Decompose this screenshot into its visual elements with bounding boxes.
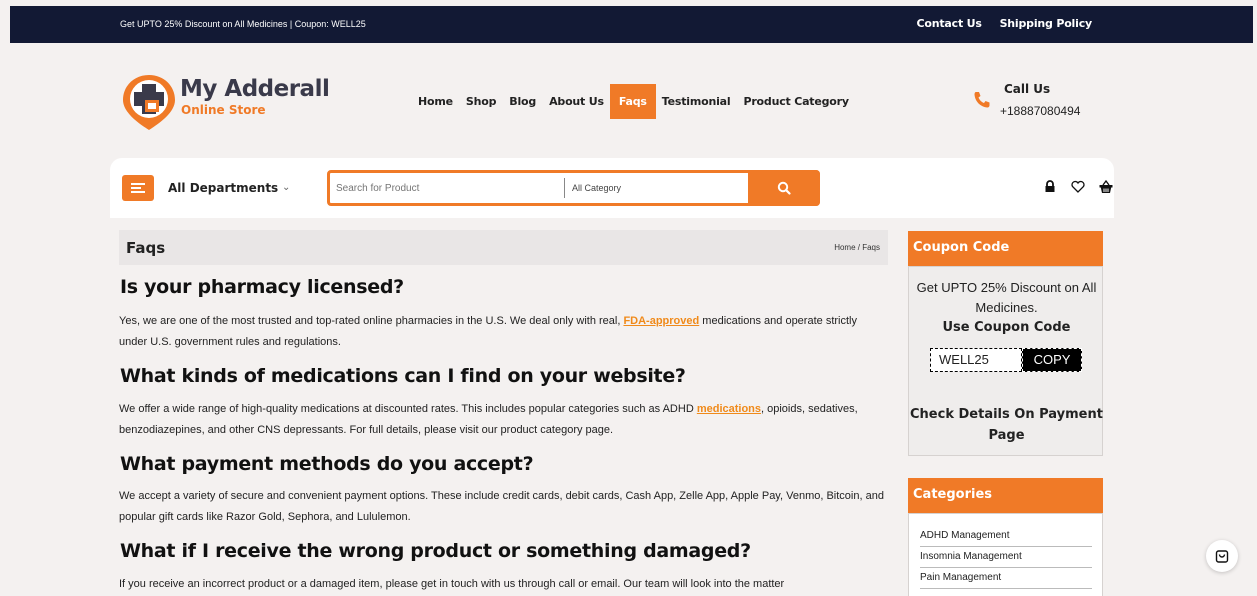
faq-question: What kinds of medications can I find on … [120, 365, 686, 387]
category-item-insomnia[interactable]: Insomnia Management [920, 547, 1092, 568]
coupon-details-note: Check Details On Payment Page [910, 407, 1103, 443]
brand-name: My Adderall [180, 76, 330, 102]
search-form: All Category [327, 170, 820, 206]
faq-answer: Yes, we are one of the most trusted and … [119, 315, 857, 348]
shopping-bag-icon [1215, 550, 1229, 563]
faq-answer: We offer a wide range of high-quality me… [119, 403, 858, 436]
heart-icon[interactable] [1070, 179, 1086, 195]
coupon-instruction: Use Coupon Code [942, 320, 1071, 335]
chevron-down-icon[interactable]: ⌄ [282, 182, 290, 193]
faq-answer: If you receive an incorrect product or a… [119, 578, 785, 590]
faq-question: Is your pharmacy licensed? [120, 276, 404, 298]
nav-product-category[interactable]: Product Category [743, 95, 849, 108]
fda-approved-link[interactable]: FDA-approved [623, 315, 699, 327]
categories-list: ADHD Management Insomnia Management Pain… [908, 513, 1103, 596]
departments-menu-button[interactable] [122, 175, 154, 201]
basket-icon[interactable] [1098, 179, 1114, 195]
main-nav: Home Shop Blog About Us Faqs Testimonial… [418, 83, 862, 119]
category-item-pain[interactable]: Pain Management [920, 568, 1092, 589]
coupon-box: Get UPTO 25% Discount on All Medicines. … [908, 266, 1103, 456]
nav-about-us[interactable]: About Us [549, 95, 604, 108]
faq-question: What payment methods do you accept? [120, 453, 534, 475]
call-us-title: Call Us [1004, 82, 1051, 96]
categories-heading: Categories [908, 478, 1103, 513]
page-title-bar: Faqs Home / Faqs [119, 230, 888, 265]
brand-subtitle: Online Store [181, 103, 266, 117]
contact-us-link[interactable]: Contact Us [916, 17, 981, 30]
promo-text: Get UPTO 25% Discount on All Medicines |… [120, 19, 366, 29]
page-title: Faqs [126, 239, 166, 257]
category-item-adhd[interactable]: ADHD Management [920, 526, 1092, 547]
copy-button[interactable]: COPY [1022, 348, 1082, 372]
header-icons [1030, 179, 1114, 195]
medications-link[interactable]: medications [697, 403, 761, 415]
coupon-code-field[interactable]: WELL25 [930, 348, 1022, 372]
breadcrumb[interactable]: Home / Faqs [834, 243, 880, 252]
nav-testimonial[interactable]: Testimonial [662, 95, 731, 108]
search-icon [777, 181, 791, 195]
faq-question: What if I receive the wrong product or s… [120, 540, 751, 562]
search-bar-row: All Departments ⌄ All Category [110, 158, 1114, 218]
shipping-policy-link[interactable]: Shipping Policy [1000, 17, 1093, 30]
lock-icon[interactable] [1042, 179, 1058, 195]
brand[interactable]: My Adderall Online Store [180, 75, 330, 117]
category-select[interactable]: All Category [564, 178, 621, 198]
coupon-code-group: WELL25 COPY [930, 348, 1082, 372]
pharmacy-pin-logo-icon[interactable] [119, 71, 179, 131]
nav-faqs[interactable]: Faqs [609, 83, 656, 119]
search-input[interactable] [336, 178, 556, 198]
nav-home[interactable]: Home [418, 95, 453, 108]
nav-shop[interactable]: Shop [466, 95, 497, 108]
floating-cart-button[interactable] [1206, 540, 1238, 572]
coupon-heading: Coupon Code [908, 231, 1103, 266]
top-announcement-bar: Get UPTO 25% Discount on All Medicines |… [10, 6, 1253, 43]
top-links: Contact Us Shipping Policy [902, 17, 1092, 30]
search-button[interactable] [748, 170, 820, 206]
all-departments-label[interactable]: All Departments [168, 181, 278, 195]
phone-icon [974, 92, 990, 108]
faq-answer: We accept a variety of secure and conven… [119, 490, 884, 523]
call-us-phone[interactable]: +18887080494 [1000, 104, 1080, 118]
coupon-offer-text: Get UPTO 25% Discount on All Medicines. [916, 280, 1097, 315]
nav-blog[interactable]: Blog [509, 95, 536, 108]
